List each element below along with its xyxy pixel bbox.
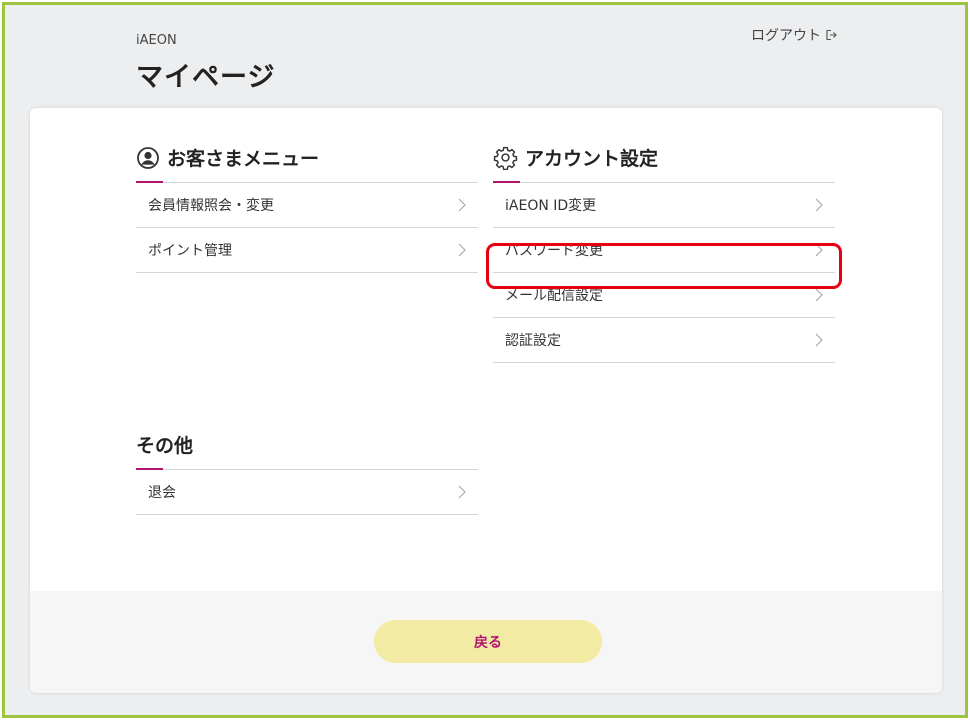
logout-icon <box>826 29 837 41</box>
section-accent-line <box>493 181 520 183</box>
menu-item-password-change[interactable]: パスワード変更 <box>493 228 835 273</box>
page-frame: iAEON マイページ ログアウト お客さまメニュー 会員情報照会・変更 ポイン… <box>2 2 968 718</box>
customer-menu-title: お客さまメニュー <box>167 148 320 170</box>
customer-menu-header: お客さまメニュー <box>136 108 478 183</box>
menu-item-label: パスワード変更 <box>505 243 603 259</box>
chevron-right-icon <box>815 333 823 347</box>
menu-item-label: 会員情報照会・変更 <box>148 198 274 214</box>
chevron-right-icon <box>458 485 466 499</box>
menu-item-label: 退会 <box>148 485 176 501</box>
menu-item-authentication-settings[interactable]: 認証設定 <box>493 318 835 363</box>
menu-item-label: メール配信設定 <box>505 288 603 304</box>
menu-item-point-management[interactable]: ポイント管理 <box>136 228 478 273</box>
page-title: マイページ <box>136 62 276 93</box>
logout-link[interactable]: ログアウト <box>751 25 837 45</box>
menu-item-withdraw[interactable]: 退会 <box>136 470 478 515</box>
back-button[interactable]: 戻る <box>374 620 602 663</box>
account-settings-section: アカウント設定 iAEON ID変更 パスワード変更 メール配信設定 認証設定 <box>493 108 835 363</box>
gear-icon <box>493 146 518 170</box>
brand-name: iAEON <box>136 33 177 48</box>
chevron-right-icon <box>815 198 823 212</box>
chevron-right-icon <box>815 243 823 257</box>
chevron-right-icon <box>458 198 466 212</box>
logout-label: ログアウト <box>751 28 821 44</box>
menu-item-member-info[interactable]: 会員情報照会・変更 <box>136 183 478 228</box>
account-settings-title: アカウント設定 <box>525 148 659 170</box>
menu-card: お客さまメニュー 会員情報照会・変更 ポイント管理 アカウント設定 iAEON … <box>30 108 942 693</box>
menu-item-iaeon-id-change[interactable]: iAEON ID変更 <box>493 183 835 228</box>
section-accent-line <box>136 468 163 470</box>
customer-menu-section: お客さまメニュー 会員情報照会・変更 ポイント管理 <box>136 108 478 273</box>
other-section: その他 退会 <box>136 395 478 515</box>
other-title: その他 <box>136 435 194 457</box>
menu-item-mail-delivery-settings[interactable]: メール配信設定 <box>493 273 835 318</box>
menu-item-label: 認証設定 <box>505 333 561 349</box>
user-circle-icon <box>137 146 159 169</box>
chevron-right-icon <box>815 288 823 302</box>
section-accent-line <box>136 181 163 183</box>
menu-item-label: ポイント管理 <box>148 243 232 259</box>
account-settings-header: アカウント設定 <box>493 108 835 183</box>
menu-item-label: iAEON ID変更 <box>505 198 597 214</box>
chevron-right-icon <box>458 243 466 257</box>
other-header: その他 <box>136 395 478 470</box>
